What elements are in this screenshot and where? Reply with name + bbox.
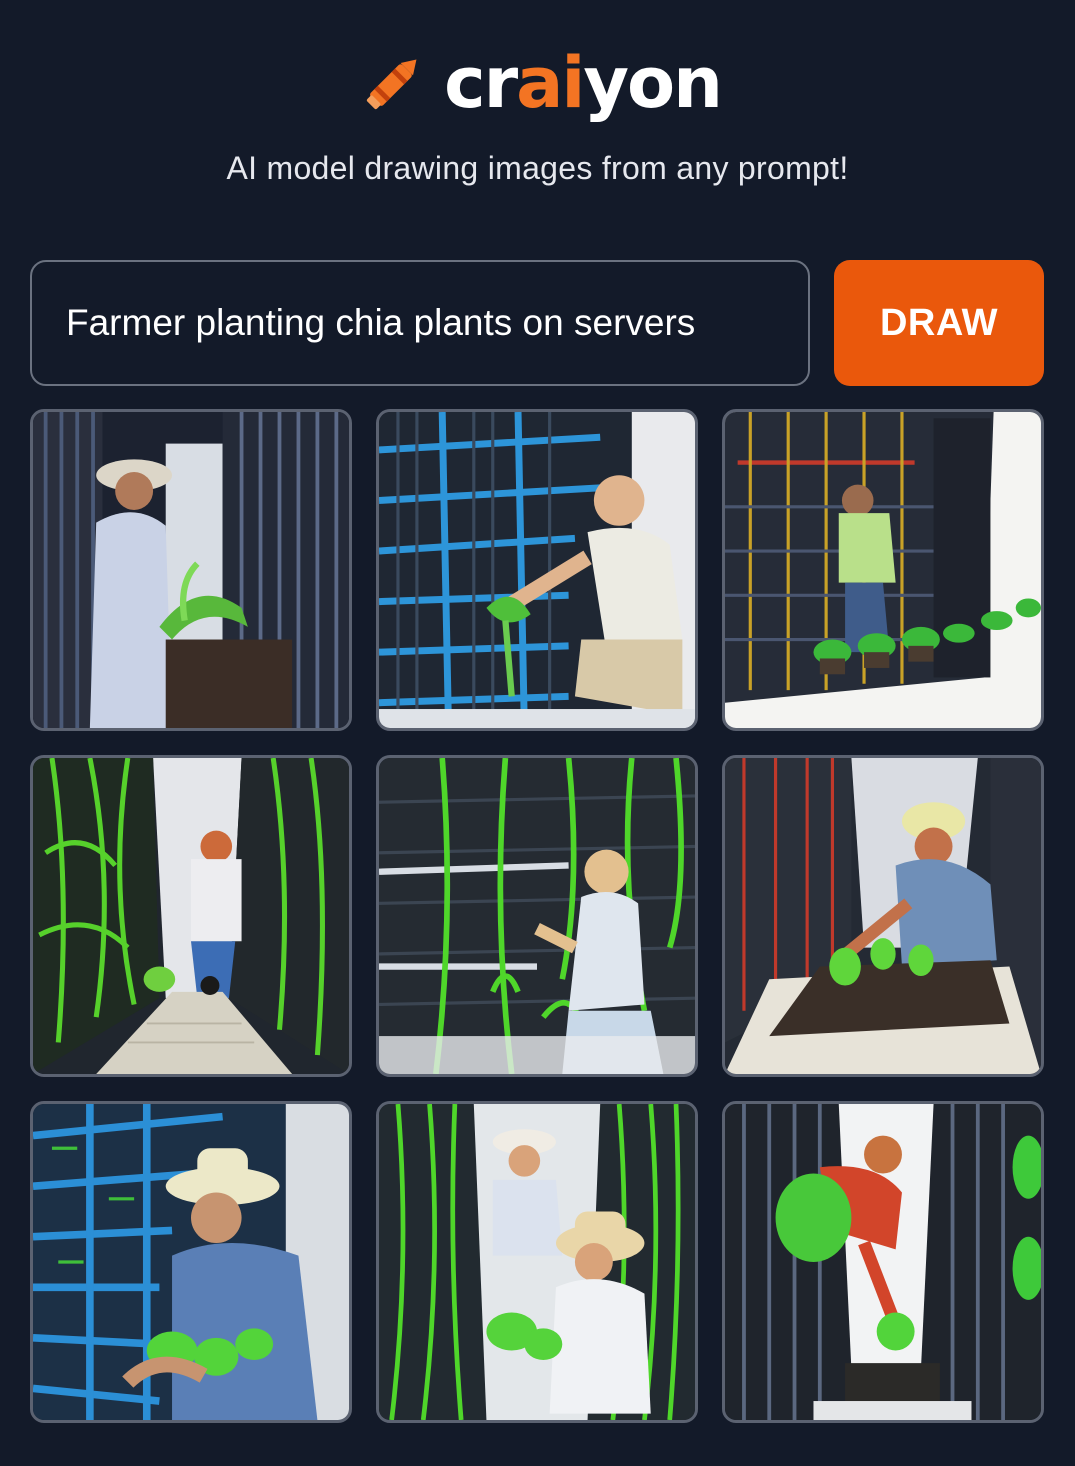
craiyon-logo[interactable]: craiyon	[354, 44, 723, 122]
result-image-6[interactable]	[722, 755, 1044, 1077]
header: craiyon	[0, 28, 1075, 138]
result-image-5[interactable]	[376, 755, 698, 1077]
logo-wordmark: craiyon	[444, 48, 723, 118]
generated-image	[33, 1104, 349, 1420]
result-image-7[interactable]	[30, 1101, 352, 1423]
result-image-4[interactable]	[30, 755, 352, 1077]
generated-image	[725, 1104, 1041, 1420]
prompt-input[interactable]	[30, 260, 810, 386]
generated-image	[379, 412, 695, 728]
generated-image	[379, 758, 695, 1074]
result-image-3[interactable]	[722, 409, 1044, 731]
draw-button[interactable]: DRAW	[834, 260, 1044, 386]
logo-prefix: cr	[444, 42, 518, 124]
generated-image	[33, 758, 349, 1074]
result-image-1[interactable]	[30, 409, 352, 731]
result-image-2[interactable]	[376, 409, 698, 731]
crayon-icon	[367, 59, 417, 110]
logo-suffix: yon	[583, 42, 723, 124]
craiyon-page: craiyon AI model drawing images from any…	[0, 0, 1075, 1466]
results-grid	[30, 409, 1044, 1423]
result-image-8[interactable]	[376, 1101, 698, 1423]
generated-image	[725, 758, 1041, 1074]
generated-image	[379, 1104, 695, 1420]
generated-image	[33, 412, 349, 728]
generated-image	[725, 412, 1041, 728]
tagline: AI model drawing images from any prompt!	[226, 150, 849, 186]
logo-accent: ai	[516, 42, 585, 124]
result-image-9[interactable]	[722, 1101, 1044, 1423]
